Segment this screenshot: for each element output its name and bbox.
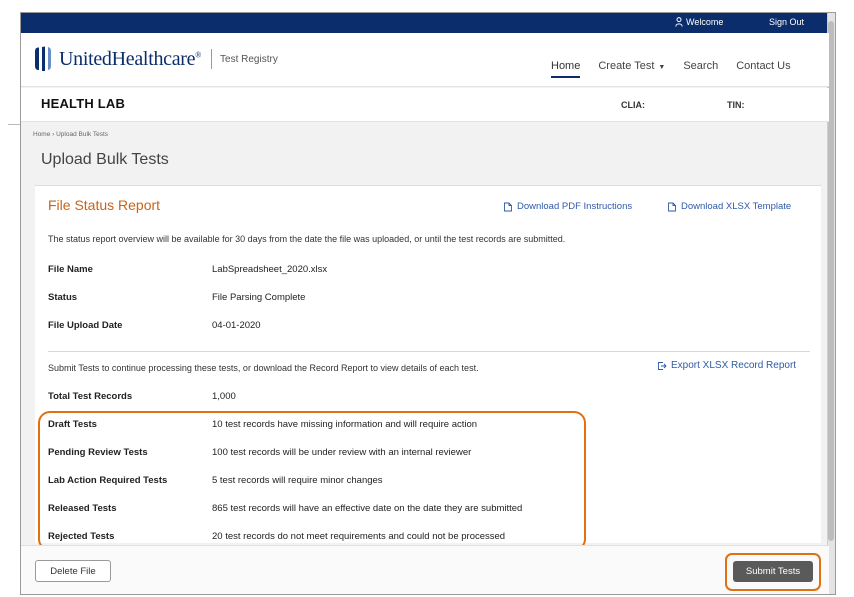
delete-file-button[interactable]: Delete File xyxy=(35,560,111,582)
category-label: Released Tests xyxy=(48,503,117,514)
report-title: File Status Report xyxy=(48,197,161,213)
action-footer: Delete File Submit Tests xyxy=(21,545,829,594)
file-status-card: File Status Report Download PDF Instruct… xyxy=(35,185,821,551)
category-label: Rejected Tests xyxy=(48,531,115,542)
logo-mark-icon xyxy=(35,46,51,71)
export-xlsx-link[interactable]: Export XLSX Record Report xyxy=(657,360,796,371)
brand-name: UnitedHealthcare® xyxy=(59,48,201,71)
document-icon xyxy=(504,202,512,211)
main-nav: Home Create Test ▼ Search Contact Us xyxy=(551,60,809,78)
sign-out-link[interactable]: Sign Out xyxy=(769,17,804,27)
browser-frame: Welcome Sign Out UnitedHealthcare® Test … xyxy=(20,12,836,595)
welcome-label: Welcome xyxy=(686,17,724,27)
submit-instructions: Submit Tests to continue processing thes… xyxy=(48,363,479,373)
breadcrumb[interactable]: Home › Upload Bulk Tests xyxy=(33,131,108,138)
export-icon xyxy=(658,361,667,370)
trademark: ® xyxy=(195,49,202,59)
nav-create-test-label: Create Test xyxy=(598,60,655,72)
category-label: Draft Tests xyxy=(48,419,97,430)
welcome-link[interactable]: Welcome xyxy=(675,17,723,27)
status-label: Status xyxy=(48,292,78,303)
top-bar: Welcome Sign Out xyxy=(21,13,835,33)
category-label: Pending Review Tests xyxy=(48,447,148,458)
export-xlsx-label: Export XLSX Record Report xyxy=(671,360,797,371)
nav-contact-us[interactable]: Contact Us xyxy=(736,60,790,78)
file-name-value: LabSpreadsheet_2020.xlsx xyxy=(212,264,328,275)
user-icon xyxy=(675,17,683,27)
section-divider xyxy=(48,351,810,352)
registry-label: Test Registry xyxy=(220,53,278,65)
brand-divider xyxy=(211,49,213,69)
nav-home[interactable]: Home xyxy=(551,60,581,78)
submit-highlight: Submit Tests xyxy=(725,553,821,591)
upload-date-label: File Upload Date xyxy=(48,320,123,331)
category-value: 865 test records will have an effective … xyxy=(212,503,523,514)
lab-name: HEALTH LAB xyxy=(41,96,126,111)
category-value: 100 test records will be under review wi… xyxy=(212,447,472,458)
category-value: 5 test records will require minor change… xyxy=(212,475,383,486)
nav-create-test[interactable]: Create Test ▼ xyxy=(598,60,665,78)
lab-info-bar: HEALTH LAB CLIA: TIN: xyxy=(21,88,829,122)
total-records-value: 1,000 xyxy=(212,391,236,402)
page-title: Upload Bulk Tests xyxy=(41,151,169,168)
document-icon xyxy=(668,202,676,211)
category-label: Lab Action Required Tests xyxy=(48,475,168,486)
category-value: 20 test records do not meet requirements… xyxy=(212,531,506,542)
nav-search[interactable]: Search xyxy=(683,60,718,78)
upload-date-value: 04-01-2020 xyxy=(212,320,261,331)
total-records-label: Total Test Records xyxy=(48,391,133,402)
status-value: File Parsing Complete xyxy=(212,292,306,303)
tin-label: TIN: xyxy=(727,100,745,110)
download-pdf-link[interactable]: Download PDF Instructions xyxy=(503,201,632,212)
download-pdf-label: Download PDF Instructions xyxy=(517,201,633,212)
download-xlsx-label: Download XLSX Template xyxy=(681,201,792,212)
clia-label: CLIA: xyxy=(621,100,645,110)
availability-notice: The status report overview will be avail… xyxy=(48,234,566,244)
brand-name-text: UnitedHealthcare xyxy=(59,47,196,70)
submit-tests-button[interactable]: Submit Tests xyxy=(733,561,813,582)
chevron-down-icon: ▼ xyxy=(658,64,666,71)
file-name-label: File Name xyxy=(48,264,93,275)
category-value: 10 test records have missing information… xyxy=(212,419,478,430)
logo[interactable]: UnitedHealthcare® Test Registry xyxy=(33,46,278,72)
download-xlsx-link[interactable]: Download XLSX Template xyxy=(667,201,791,212)
site-header: UnitedHealthcare® Test Registry Home Cre… xyxy=(21,33,829,87)
